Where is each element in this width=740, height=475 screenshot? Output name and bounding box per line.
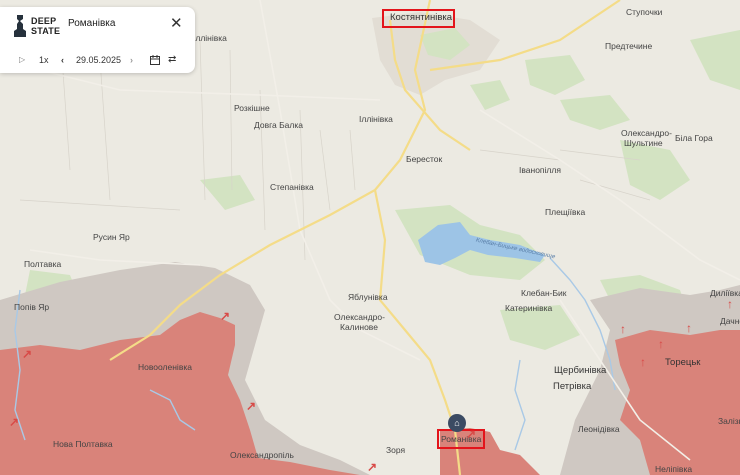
direction-arrow-icon: ↗ — [367, 460, 378, 474]
map-label-zalizne[interactable]: Залізне — [718, 417, 740, 426]
logo-text-line1: DEEP — [31, 16, 57, 26]
direction-arrow-icon: ↗ — [466, 427, 477, 441]
play-icon[interactable]: ▷ — [19, 53, 25, 67]
direction-arrow-icon: ↗ — [9, 415, 20, 429]
direction-arrow-icon: ↗ — [22, 347, 33, 361]
highlight-box-kostiantynivka — [382, 9, 455, 28]
control-panel: DEEP STATE Романівка ✕ ▷ 1x ‹ 29.05.2025… — [0, 7, 195, 73]
map-label-rusyn-yar[interactable]: Русин Яр — [93, 233, 130, 242]
map-label-leonidivka[interactable]: Леонідівка — [578, 425, 620, 434]
map-label-oleksandro-shultyne-2[interactable]: Шультине — [624, 139, 663, 148]
map-label-shcherbynivka[interactable]: Щербинівка — [554, 366, 606, 376]
map-label-dyliivka[interactable]: Диліївка — [710, 289, 740, 298]
map-label-rozkishne[interactable]: Розкішне — [234, 104, 270, 113]
map-label-pleshchiivka[interactable]: Плещіївка — [545, 208, 585, 217]
deepstate-logo[interactable]: DEEP STATE — [13, 15, 60, 37]
direction-arrow-icon: ↑ — [727, 297, 733, 311]
map-label-oleksandro-kalynove-2[interactable]: Калинове — [340, 323, 378, 332]
map-label-berestok[interactable]: Бересток — [406, 155, 442, 164]
deepstate-logo-icon — [14, 15, 26, 37]
map-label-poltavka[interactable]: Полтавка — [24, 260, 61, 269]
map-label-illinivka-top[interactable]: Іллінівка — [193, 34, 227, 43]
calendar-icon[interactable] — [150, 55, 160, 65]
map-label-ilinivka[interactable]: Іллінівка — [359, 115, 393, 124]
map-label-dachne[interactable]: Дачне — [720, 317, 740, 326]
logo-text-line2: STATE — [31, 26, 61, 36]
map-label-popiv-yar[interactable]: Попів Яр — [14, 303, 49, 312]
place-name: Романівка — [68, 18, 116, 29]
highlight-box-romanivka — [437, 429, 485, 449]
map-label-katerynivka[interactable]: Катеринівка — [505, 304, 552, 313]
map-label-novooleniivka[interactable]: Новооленівка — [138, 363, 192, 372]
direction-arrow-icon: ↑ — [640, 355, 646, 369]
map-label-toretsk[interactable]: Торецьк — [665, 358, 700, 368]
location-pin-icon[interactable]: ⌂ — [448, 414, 466, 432]
map-label-dovha-balka[interactable]: Довга Балка — [254, 121, 303, 130]
map-label-predtechyne[interactable]: Предтечине — [605, 42, 652, 51]
map-label-petrivka[interactable]: Петрівка — [553, 382, 591, 392]
direction-arrow-icon: ↗ — [220, 309, 231, 323]
map-label-oleksandro-kalynove-1[interactable]: Олександро- — [334, 313, 385, 322]
chevron-right-icon[interactable]: › — [130, 53, 133, 67]
map-label-oleksandropil[interactable]: Олександропіль — [230, 451, 294, 460]
speed-selector[interactable]: 1x — [39, 53, 49, 67]
map-label-kleban-byk[interactable]: Клебан-Бик — [521, 289, 567, 298]
map-label-yablunivka[interactable]: Яблунівка — [348, 293, 388, 302]
date-display[interactable]: 29.05.2025 — [76, 53, 121, 67]
compare-icon[interactable]: ⇄ — [168, 53, 176, 67]
direction-arrow-icon: ↑ — [686, 321, 692, 335]
close-icon[interactable]: ✕ — [170, 16, 183, 31]
map-label-bila-hora[interactable]: Біла Гора — [675, 134, 713, 143]
map-label-oleksandro-shultyne-1[interactable]: Олександро- — [621, 129, 672, 138]
direction-arrow-icon: ↑ — [658, 337, 664, 351]
map-label-neliplivka[interactable]: Неліпівка — [655, 465, 692, 474]
chevron-left-icon[interactable]: ‹ — [61, 53, 64, 67]
map-label-ivanopillia[interactable]: Іванопілля — [519, 166, 561, 175]
map-label-stepanivka[interactable]: Степанівка — [270, 183, 314, 192]
map-label-stupochky[interactable]: Ступочки — [626, 8, 662, 17]
direction-arrow-icon: ↑ — [620, 322, 626, 336]
map-label-nova-poltavka[interactable]: Нова Полтавка — [53, 440, 113, 449]
map-label-zoria[interactable]: Зоря — [386, 446, 405, 455]
direction-arrow-icon: ↗ — [246, 399, 257, 413]
